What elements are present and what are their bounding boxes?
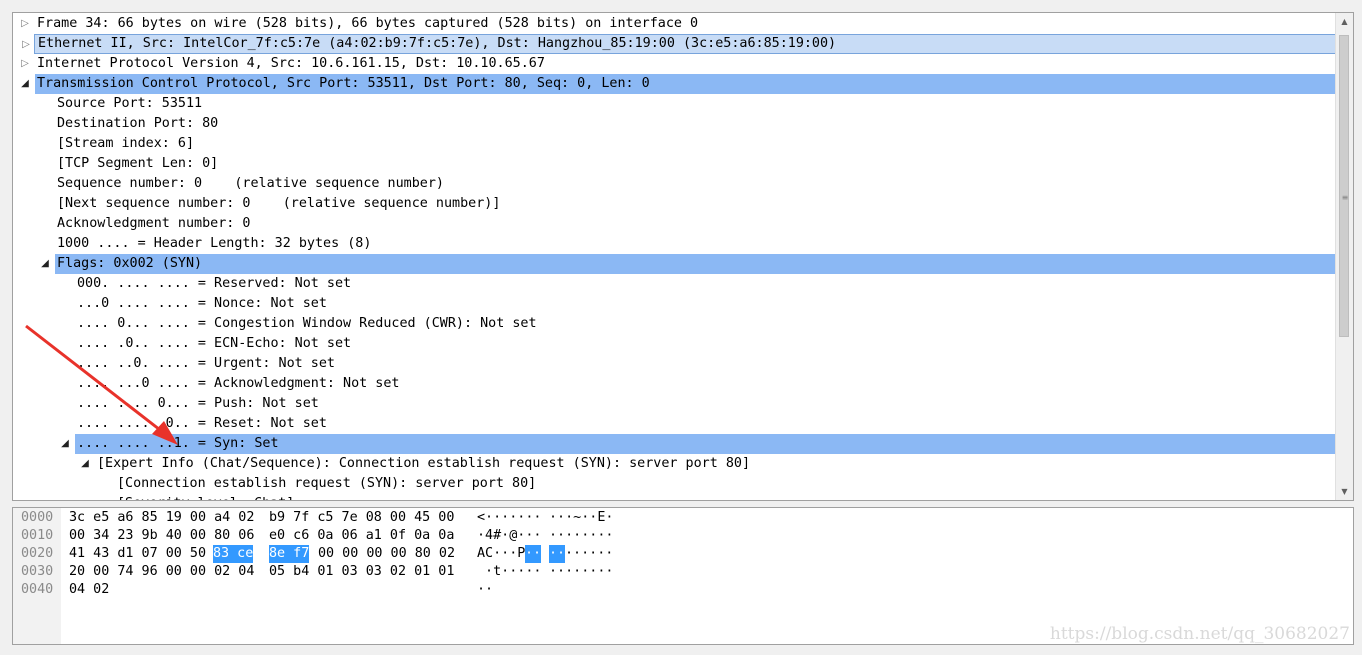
annotation-arrow bbox=[25, 324, 178, 445]
arrow-shaft bbox=[25, 324, 165, 435]
watermark: https://blog.csdn.net/qq_30682027 bbox=[1049, 624, 1350, 644]
arrow-head-icon bbox=[152, 421, 178, 445]
